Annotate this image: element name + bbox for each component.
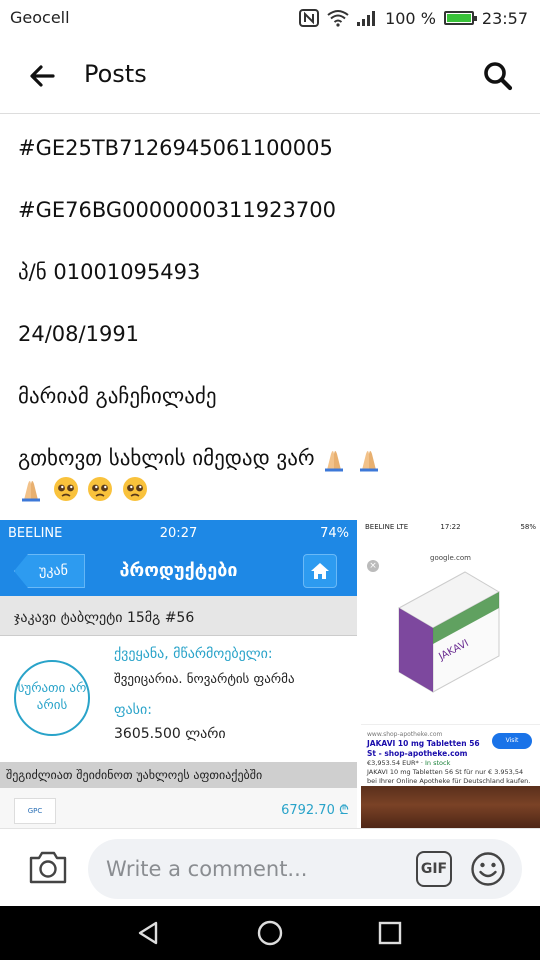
home-icon	[303, 554, 337, 588]
status-bar: Geocell 100 % 23:57	[0, 0, 540, 36]
post-line-date: 24/08/1991	[18, 322, 140, 346]
post-image-google-screenshot[interactable]: BEELINE LTE 17:22 58% google.com × JAKAV…	[361, 520, 540, 828]
result-price-line: €3,953.54 EUR* · In stock	[367, 759, 451, 768]
search-result-card: www.shop-apotheke.com JAKAVI 10 mg Table…	[361, 724, 540, 786]
recents-square-icon[interactable]	[375, 918, 405, 948]
back-triangle-icon[interactable]	[134, 918, 164, 948]
embedded-time-right: 17:22	[440, 523, 461, 531]
embedded-product-row: ჯაკავი ტაბლეტი 15მგ #56	[0, 596, 357, 636]
embedded-product-card: სურათი არ არის ქვეყანა, მწარმოებელი: შვე…	[0, 636, 357, 762]
battery-percent: 100 %	[385, 8, 436, 28]
comment-input[interactable]: Write a comment... GIF	[88, 839, 522, 899]
no-image-badge: სურათი არ არის	[14, 660, 90, 736]
search-button[interactable]	[478, 56, 518, 96]
comment-placeholder: Write a comment...	[106, 857, 308, 881]
post-line-message: გთხოვთ სახლის იმედად ვარ	[18, 446, 384, 472]
result-price: €3,953.54 EUR*	[367, 759, 419, 768]
result-desc: JAKAVI 10 mg Tabletten 56 St für nur € 3…	[367, 768, 531, 785]
embedded-nearby-row: შეგიძლიათ შეიძინოთ უახლოეს აფთიაქებში	[0, 762, 357, 788]
pleading-face-emoji	[88, 477, 113, 501]
carrier-name: Geocell	[10, 8, 70, 27]
folded-hands-emoji	[325, 451, 344, 472]
search-icon	[484, 62, 513, 91]
camera-icon	[29, 851, 67, 884]
folded-hands-emoji	[22, 481, 40, 502]
battery-fill	[446, 14, 471, 22]
battery-icon	[443, 11, 477, 25]
embedded-header: უკან პროდუქტები	[0, 546, 357, 596]
smiley-icon	[471, 852, 505, 886]
gif-button[interactable]: GIF	[416, 851, 452, 887]
embedded-pharmacy-row: GPC 6792.70 ₾	[0, 788, 357, 828]
post-line-emoji	[18, 476, 150, 502]
nfc-icon	[299, 9, 320, 27]
page-title: Posts	[84, 60, 147, 88]
app-bar: Posts	[0, 36, 540, 114]
post-line-iban-2: #GE76BG0000000311923700	[18, 198, 336, 222]
clock: 23:57	[481, 8, 528, 28]
medicine-box-image: JAKAVI	[397, 571, 501, 693]
pharmacy-logo: GPC	[14, 798, 56, 824]
status-icons: 100 % 23:57	[299, 6, 528, 30]
folded-hands-emoji	[359, 451, 378, 472]
result-title: JAKAVI 10 mg Tabletten 56 St - shop-apot…	[367, 739, 480, 759]
product-photo: google.com × JAKAVI	[361, 534, 540, 724]
country-value: შვეიცარია. ნოვარტის ფარმა	[114, 672, 295, 687]
post-message-text: გთხოვთ სახლის იმედად ვარ	[18, 446, 315, 470]
post-line-iban-1: #GE25TB7126945061100005	[18, 136, 333, 160]
wood-background	[361, 786, 540, 828]
back-button[interactable]	[22, 56, 62, 96]
pleading-face-emoji	[123, 477, 148, 501]
price-label: ფასი:	[114, 702, 152, 718]
pleading-face-emoji	[53, 477, 78, 501]
wifi-icon	[327, 9, 349, 27]
embedded-time: 20:27	[159, 525, 198, 541]
price-value: 3605.500 ლარი	[114, 726, 226, 742]
close-icon: ×	[367, 560, 379, 572]
post-line-name: მარიამ გაჩეჩილაძე	[18, 384, 217, 408]
embedded-status-bar-right: BEELINE LTE 17:22 58%	[361, 520, 540, 534]
comment-bar: Write a comment... GIF	[0, 828, 540, 906]
result-stock: In stock	[424, 759, 451, 768]
pharmacy-price: 6792.70 ₾	[281, 803, 349, 818]
post-line-personal-id: პ/ნ 01001095493	[18, 260, 201, 284]
system-nav-bar	[0, 906, 540, 960]
emoji-button[interactable]	[470, 851, 506, 887]
visit-button: Visit	[492, 733, 532, 749]
post-images: BEELINE 20:27 74% უკან პროდუქტები ჯაკავი…	[0, 520, 540, 828]
embedded-url: google.com	[430, 554, 471, 562]
country-label: ქვეყანა, მწარმოებელი:	[114, 646, 273, 662]
arrow-left-icon	[30, 65, 55, 87]
camera-button[interactable]	[28, 849, 68, 885]
signal-icon	[357, 10, 377, 26]
embedded-status-bar: BEELINE 20:27 74%	[0, 520, 357, 546]
post-image-pharmacy-screenshot[interactable]: BEELINE 20:27 74% უკან პროდუქტები ჯაკავი…	[0, 520, 357, 828]
home-circle-icon[interactable]	[255, 918, 285, 948]
